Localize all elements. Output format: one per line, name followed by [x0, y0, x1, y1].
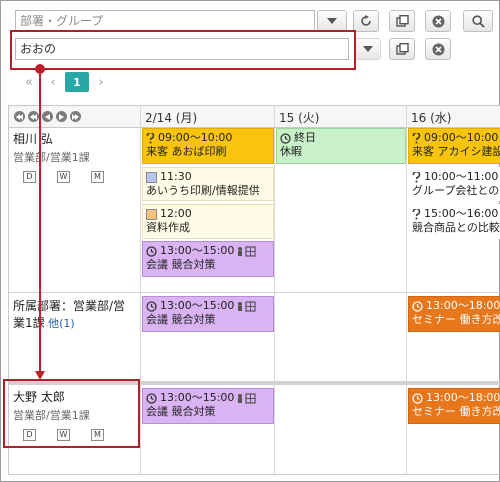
annotation-arrow: [35, 64, 45, 380]
scheduler-panel: 部署・グループ おおの « ‹ 1 › 2/14 (月) 15 (火) 16 (…: [0, 0, 500, 482]
